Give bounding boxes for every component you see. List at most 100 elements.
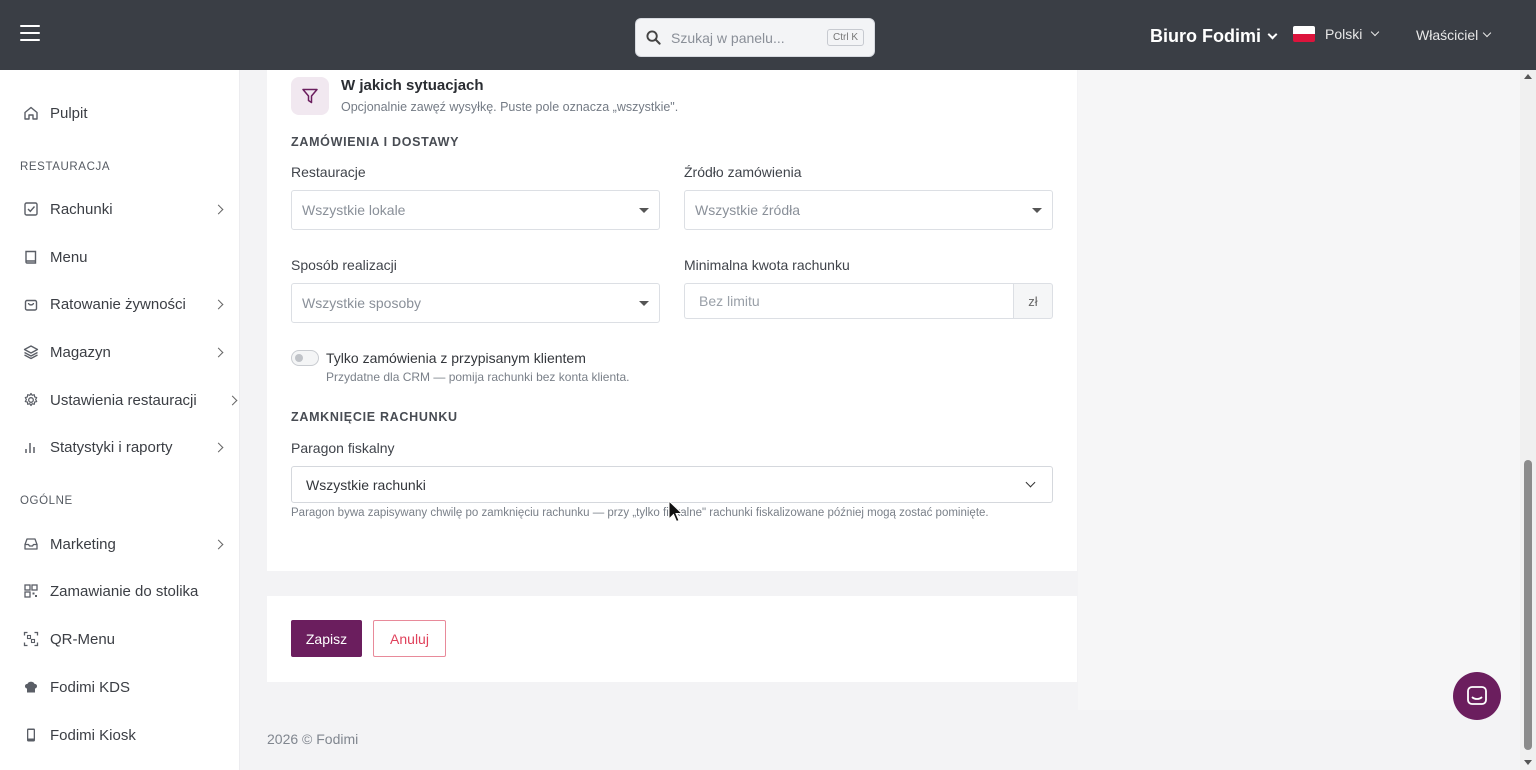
caret-down-icon [639, 300, 649, 306]
checkbox-icon [22, 200, 40, 218]
chevron-down-icon [1025, 477, 1036, 488]
sidebar-item-label: Zamawianie do stolika [50, 582, 199, 600]
language-switcher[interactable]: Polski [1293, 26, 1380, 42]
receipt-select[interactable]: Wszystkie rachunki [291, 466, 1053, 503]
chat-widget-button[interactable] [1453, 672, 1501, 720]
cancel-button[interactable]: Anuluj [373, 620, 446, 657]
client-only-toggle[interactable] [291, 350, 319, 366]
fulfillment-select[interactable]: Wszystkie sposoby [291, 283, 660, 323]
form-actions-card: Zapisz Anuluj [267, 596, 1077, 682]
sidebar-item-food-rescue[interactable]: Ratowanie żywności [22, 295, 224, 313]
group-orders-label: ZAMÓWIENIA I DOSTAWY [291, 135, 460, 149]
sidebar-item-warehouse[interactable]: Magazyn [22, 343, 224, 361]
chevron-right-icon [213, 347, 224, 357]
sidebar-item-qr-menu[interactable]: QR-Menu [22, 630, 222, 648]
client-only-hint: Przydatne dla CRM — pomija rachunki bez … [326, 370, 630, 384]
sidebar-item-label: Ratowanie żywności [50, 295, 186, 313]
sidebar-item-label: Fodimi Kiosk [50, 726, 136, 744]
restaurants-select[interactable]: Wszystkie lokale [291, 190, 660, 230]
sidebar-item-label: Ustawienia restauracji [50, 391, 197, 409]
scroll-down-arrow[interactable] [1524, 760, 1532, 765]
language-label: Polski [1325, 26, 1363, 42]
book-icon [22, 248, 40, 266]
layers-icon [22, 343, 40, 361]
sidebar-item-dashboard[interactable]: Pulpit [22, 104, 222, 122]
organization-name: Biuro Fodimi [1150, 26, 1261, 46]
chevron-right-icon [213, 299, 224, 309]
qr-code-icon [22, 582, 40, 600]
mobile-device-icon [22, 726, 40, 744]
sidebar-item-statistics[interactable]: Statystyki i raporty [22, 438, 224, 456]
sidebar-item-kiosk[interactable]: Fodimi Kiosk [22, 726, 222, 744]
search-box[interactable]: Ctrl K [635, 18, 875, 57]
receipt-select-value: Wszystkie rachunki [306, 476, 426, 493]
chevron-right-icon [227, 395, 238, 405]
sidebar-item-label: Fodimi KDS [50, 678, 131, 696]
chevron-down-icon [1371, 27, 1380, 37]
fulfillment-label: Sposób realizacji [291, 257, 397, 273]
user-role-label: Właściciel [1416, 27, 1479, 43]
order-source-select-value: Wszystkie źródła [695, 202, 801, 218]
fulfillment-select-value: Wszystkie sposoby [302, 295, 422, 311]
scrollbar-thumb[interactable] [1524, 460, 1532, 750]
sidebar: Pulpit RESTAURACJA Rachunki Menu Ratowan… [0, 70, 240, 770]
order-source-label: Źródło zamówienia [684, 164, 802, 180]
search-icon [646, 30, 661, 45]
client-only-label: Tylko zamówienia z przypisanym klientem [326, 350, 586, 366]
bar-chart-icon [22, 438, 40, 456]
scroll-up-arrow[interactable] [1524, 74, 1532, 79]
notification-conditions-card: W jakich sytuacjach Opcjonalnie zawęź wy… [267, 70, 1077, 571]
sidebar-section-general: OGÓLNE [20, 495, 73, 507]
inbox-icon [22, 535, 40, 553]
home-icon [22, 104, 40, 122]
caret-down-icon [1032, 207, 1042, 213]
footer-copyright: 2026 © Fodimi [267, 731, 359, 747]
filter-icon [291, 77, 329, 115]
min-amount-input[interactable] [684, 283, 1013, 319]
user-role-menu[interactable]: Właściciel [1416, 27, 1492, 43]
sidebar-item-label: Menu [50, 248, 88, 266]
qr-scan-icon [22, 630, 40, 648]
min-amount-label: Minimalna kwota rachunku [684, 257, 850, 273]
receipt-hint: Paragon bywa zapisywany chwilę po zamkni… [291, 507, 989, 519]
hamburger-menu-icon[interactable] [20, 25, 40, 43]
caret-down-icon [639, 207, 649, 213]
mouse-cursor-icon [668, 500, 684, 523]
section-subtitle: Opcjonalnie zawęź wysyłkę. Puste pole oz… [341, 100, 679, 114]
top-bar: Ctrl K Biuro Fodimi Polski Właściciel [0, 0, 1536, 70]
receipt-label: Paragon fiskalny [291, 440, 395, 456]
chevron-down-icon [1482, 28, 1492, 38]
sidebar-item-marketing[interactable]: Marketing [22, 535, 224, 553]
sidebar-item-menu[interactable]: Menu [22, 248, 222, 266]
sidebar-item-label: Pulpit [50, 104, 88, 122]
page-scrollbar[interactable] [1520, 70, 1536, 770]
sidebar-item-bills[interactable]: Rachunki [22, 200, 224, 218]
sidebar-item-table-ordering[interactable]: Zamawianie do stolika [22, 582, 222, 600]
sidebar-item-label: QR-Menu [50, 630, 116, 648]
save-button[interactable]: Zapisz [291, 620, 362, 657]
sidebar-item-kds[interactable]: Fodimi KDS [22, 678, 222, 696]
chevron-down-icon [1267, 29, 1278, 40]
organization-switcher[interactable]: Biuro Fodimi [1150, 26, 1278, 47]
chef-hat-icon [22, 678, 40, 696]
section-title: W jakich sytuacjach [341, 77, 484, 94]
sidebar-item-restaurant-settings[interactable]: Ustawienia restauracji [22, 391, 238, 409]
currency-addon: zł [1013, 283, 1053, 319]
search-input[interactable] [671, 29, 811, 46]
chevron-right-icon [213, 204, 224, 214]
chat-icon [1467, 686, 1487, 705]
restaurants-label: Restauracje [291, 164, 366, 180]
search-shortcut-badge: Ctrl K [827, 29, 864, 46]
restaurants-select-value: Wszystkie lokale [302, 202, 406, 218]
group-closing-label: ZAMKNIĘCIE RACHUNKU [291, 410, 458, 424]
order-source-select[interactable]: Wszystkie źródła [684, 190, 1053, 230]
sidebar-item-label: Marketing [50, 535, 116, 553]
min-amount-input-group: zł [684, 283, 1053, 319]
sidebar-item-label: Rachunki [50, 200, 113, 218]
gear-icon [22, 391, 40, 409]
chevron-right-icon [213, 442, 224, 452]
right-empty-panel [1078, 70, 1520, 710]
sidebar-item-label: Statystyki i raporty [50, 438, 173, 456]
shopping-bag-icon [22, 295, 40, 313]
sidebar-item-label: Magazyn [50, 343, 111, 361]
